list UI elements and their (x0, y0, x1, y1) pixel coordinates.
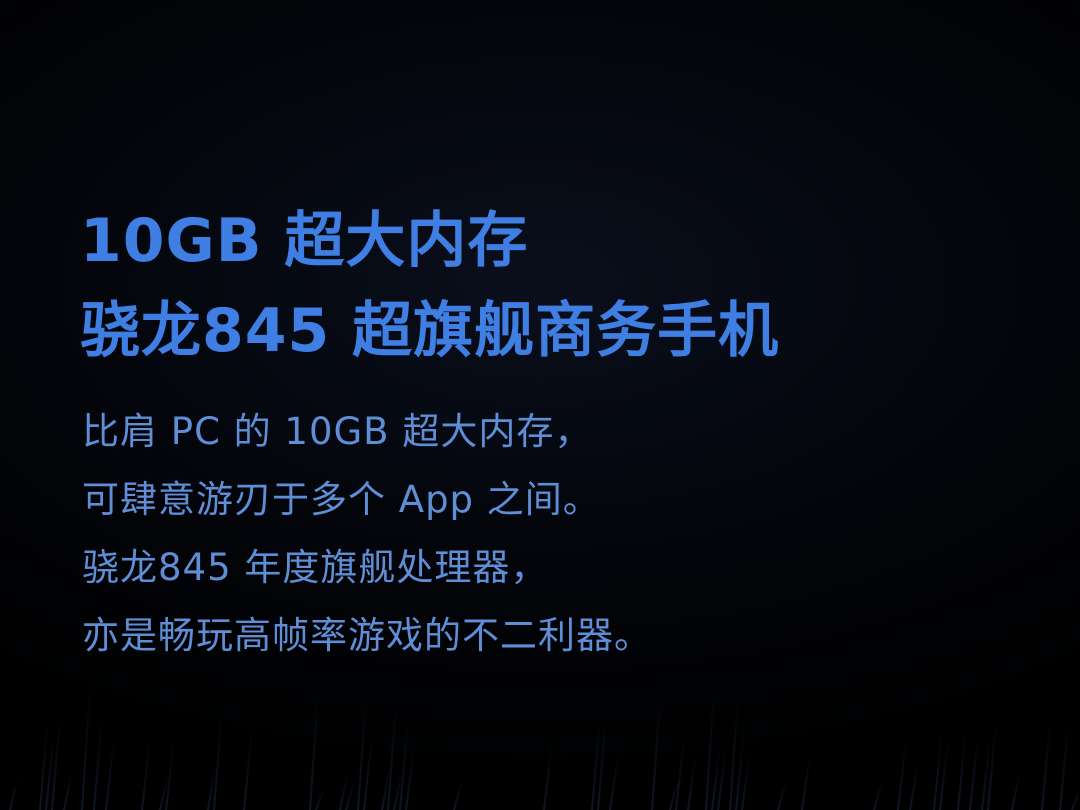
headline-line-2: 骁龙845 超旗舰商务手机 (80, 296, 780, 366)
circuit-texture-background (3, 682, 1080, 810)
description-text: 比肩 PC 的 10GB 超大内存， 可肆意游刃于多个 App 之间。 骁龙84… (82, 398, 652, 670)
texture-stroke (309, 691, 319, 810)
texture-stroke (705, 690, 715, 810)
description-line-3: 骁龙845 年度旗舰处理器， (82, 546, 549, 589)
description-line-2: 可肆意游刃于多个 App 之间。 (82, 478, 601, 521)
texture-stroke (357, 697, 367, 810)
headline-line-1: 10GB 超大内存 (80, 206, 529, 276)
headline: 10GB 超大内存 骁龙845 超旗舰商务手机 (80, 196, 779, 376)
description-line-1: 比肩 PC 的 10GB 超大内存， (82, 410, 593, 453)
description-line-4: 亦是畅玩高帧率游戏的不二利器。 (82, 614, 652, 657)
promo-panel: 10GB 超大内存 骁龙845 超旗舰商务手机 比肩 PC 的 10GB 超大内… (0, 0, 1080, 810)
texture-stroke (387, 702, 397, 810)
